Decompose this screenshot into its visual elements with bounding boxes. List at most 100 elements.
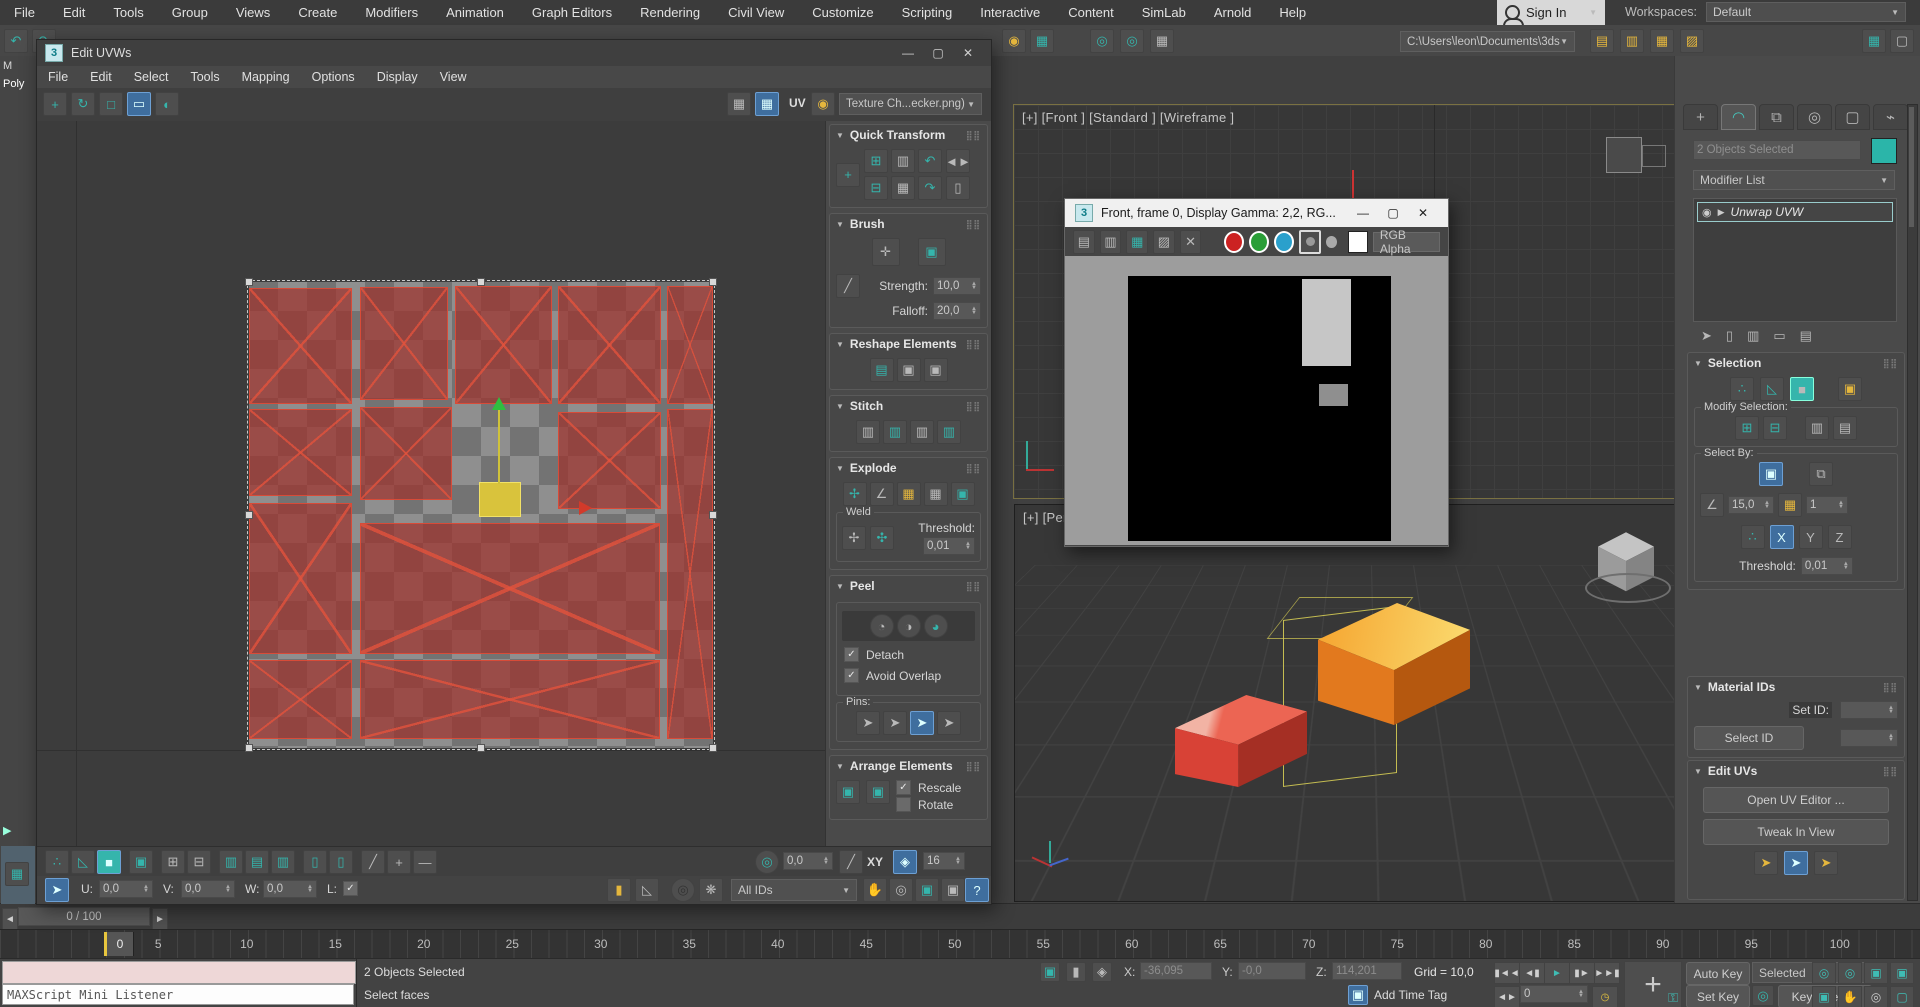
maxscript-mini-listener[interactable]: MAXScript Mini Listener bbox=[2, 984, 354, 1005]
select-id-button[interactable]: Select ID bbox=[1694, 726, 1804, 750]
menu-item[interactable]: Arnold bbox=[1200, 0, 1266, 25]
vertex-subobject-icon[interactable]: ∴ bbox=[1730, 377, 1754, 401]
straighten-icon[interactable]: ▤ bbox=[870, 358, 894, 382]
align-v-edge-icon[interactable]: ▯ bbox=[946, 176, 970, 200]
select-ring-icon[interactable]: ▤ bbox=[1833, 416, 1857, 440]
expand-icon[interactable]: ▶ bbox=[1718, 207, 1725, 218]
rollout-header[interactable]: ▼ Stitch ⣿⣿ bbox=[830, 396, 987, 416]
soft-selection-field[interactable]: 0,0▲▼ bbox=[783, 852, 833, 870]
flatten-by-group-icon[interactable]: ✢ bbox=[843, 482, 867, 506]
mat-id-field[interactable]: 1▲▼ bbox=[1806, 496, 1848, 514]
zoom-all-icon[interactable]: ◎ bbox=[1838, 962, 1862, 984]
auto-pin-icon[interactable]: ➤ bbox=[910, 711, 934, 735]
orange-box-object[interactable] bbox=[1318, 603, 1470, 725]
menu-item[interactable]: Graph Editors bbox=[518, 0, 626, 25]
select-mat-id-icon[interactable]: ▦ bbox=[1778, 493, 1802, 517]
stitch-average-icon[interactable]: ▥ bbox=[910, 420, 934, 444]
zoom-extents-all-icon[interactable]: ▣ bbox=[1890, 962, 1914, 984]
clone-window-icon[interactable]: ▦ bbox=[1126, 230, 1148, 254]
relax-icon[interactable]: ▣ bbox=[924, 358, 948, 382]
show-map-icon[interactable]: ▦ bbox=[755, 92, 779, 116]
uv-window-titlebar[interactable]: 3 Edit UVWs — ▢ ✕ bbox=[37, 40, 991, 66]
peel-reset-icon[interactable]: ◕ bbox=[924, 614, 948, 638]
workspace-dropdown[interactable]: Default ▼ bbox=[1706, 2, 1906, 22]
detach-checkbox[interactable]: ✓ bbox=[844, 647, 859, 662]
distribute-icon[interactable]: ▦ bbox=[891, 176, 915, 200]
pin-stack-icon[interactable]: ➤ bbox=[1701, 328, 1712, 344]
close-icon[interactable]: ✕ bbox=[1408, 203, 1438, 223]
modifier-list-dropdown[interactable]: Modifier List ▼ bbox=[1693, 170, 1895, 190]
render-window-titlebar[interactable]: 3 Front, frame 0, Display Gamma: 2,2, RG… bbox=[1065, 199, 1448, 227]
filter-selected-faces-icon[interactable]: ◺ bbox=[635, 878, 659, 902]
space-horizontal-icon[interactable]: ⊟ bbox=[864, 176, 888, 200]
open-uv-editor-button[interactable]: Open UV Editor ... bbox=[1703, 787, 1889, 813]
select-by-flat-icon[interactable]: ⧉ bbox=[1809, 462, 1833, 486]
key-filter-curves-icon[interactable]: ◎ bbox=[1752, 985, 1774, 1006]
uv-face-mode-icon[interactable]: ■ bbox=[97, 850, 121, 874]
uv-coords-label[interactable]: UV bbox=[789, 96, 806, 110]
align-horizontal-icon[interactable]: ⊞ bbox=[864, 149, 888, 173]
uv-move-icon[interactable]: + bbox=[43, 92, 67, 116]
normal-select-icon[interactable]: ∴ bbox=[1741, 525, 1765, 549]
pan-icon[interactable]: ✋ bbox=[863, 878, 887, 902]
time-slider[interactable]: 0 bbox=[104, 932, 134, 956]
stitch-source-icon[interactable]: ▥ bbox=[883, 420, 907, 444]
zoom-viewport-icon[interactable]: ◎ bbox=[1812, 962, 1836, 984]
uv-brush-smaller-icon[interactable]: — bbox=[413, 850, 437, 874]
menu-item[interactable]: Create bbox=[284, 0, 351, 25]
zoom-icon[interactable]: ◎ bbox=[889, 878, 913, 902]
v-field[interactable]: 0,0▲▼ bbox=[181, 880, 235, 898]
select-pins-icon[interactable]: ➤ bbox=[937, 711, 961, 735]
falloff-curve-icon[interactable]: ╱ bbox=[839, 850, 863, 874]
tile-bitmap-icon[interactable]: ▦ bbox=[727, 92, 751, 116]
uv-menu-item[interactable]: Tools bbox=[179, 70, 230, 84]
tab-utilities[interactable]: ⌁ bbox=[1873, 104, 1908, 130]
red-channel-icon[interactable] bbox=[1224, 231, 1244, 253]
tab-create[interactable]: + bbox=[1683, 104, 1718, 130]
quick-planar-y-icon[interactable]: ➤ bbox=[1784, 851, 1808, 875]
viewport-layout-icon[interactable]: ▦ bbox=[1862, 29, 1886, 53]
uv-canvas[interactable] bbox=[37, 121, 825, 885]
brush-falloff-field[interactable]: 20,0▲▼ bbox=[933, 302, 981, 320]
go-to-end-icon[interactable]: ►►▮ bbox=[1594, 962, 1620, 984]
move-brush-icon[interactable]: ✛ bbox=[872, 238, 900, 266]
menu-item[interactable]: Group bbox=[158, 0, 222, 25]
render-production-icon[interactable]: ◎ bbox=[1090, 29, 1114, 53]
falloff-shape-icon[interactable]: ╱ bbox=[836, 274, 860, 298]
channel-dropdown[interactable]: RGB Alpha bbox=[1373, 232, 1440, 252]
menu-item[interactable]: Rendering bbox=[626, 0, 714, 25]
edge-subobject-icon[interactable]: ◺ bbox=[1760, 377, 1784, 401]
rescale-checkbox[interactable]: ✓ bbox=[896, 780, 911, 795]
gizmo-space-icon[interactable]: ◈ bbox=[893, 850, 917, 874]
shrink-selection-icon[interactable]: ⊟ bbox=[1763, 416, 1787, 440]
make-unique-icon[interactable]: ▥ bbox=[1747, 328, 1759, 344]
render-iterative-icon[interactable]: ◎ bbox=[1120, 29, 1144, 53]
uv-edge-mode-icon[interactable]: ◺ bbox=[71, 850, 95, 874]
select-by-element-icon[interactable]: ▣ bbox=[1759, 462, 1783, 486]
auto-key-button[interactable]: Auto Key bbox=[1686, 962, 1750, 985]
add-time-tag[interactable]: Add Time Tag bbox=[1374, 988, 1447, 1002]
uv-brush-icon[interactable]: ╱ bbox=[361, 850, 385, 874]
isolate-toggle-icon[interactable]: ▢ bbox=[1890, 29, 1914, 53]
clear-image-icon[interactable]: ✕ bbox=[1180, 230, 1202, 254]
rotate-checkbox[interactable] bbox=[896, 797, 911, 812]
uv-select-loop-icon[interactable]: ▥ bbox=[271, 850, 295, 874]
all-ids-dropdown[interactable]: All IDs ▼ bbox=[731, 879, 857, 901]
green-channel-icon[interactable] bbox=[1249, 231, 1269, 253]
select-element-icon[interactable]: ▣ bbox=[1838, 377, 1862, 401]
z-axis-button[interactable]: Z bbox=[1828, 525, 1852, 549]
ribbon-tab-modeling[interactable]: M bbox=[3, 60, 12, 72]
show-end-result-icon[interactable]: ▯ bbox=[1726, 328, 1733, 344]
uv-mirror-icon[interactable]: ◐ bbox=[155, 92, 179, 116]
y-axis-button[interactable]: Y bbox=[1799, 525, 1823, 549]
menu-item[interactable]: Views bbox=[222, 0, 284, 25]
x-axis-button[interactable]: X bbox=[1770, 525, 1794, 549]
lock-icon[interactable]: ▮ bbox=[607, 878, 631, 902]
background-color-swatch[interactable] bbox=[1348, 231, 1368, 253]
set-keys-button[interactable]: +⚿ bbox=[1624, 961, 1682, 1007]
material-editor-icon[interactable]: ▦ bbox=[1150, 29, 1174, 53]
uv-paint-select-icon[interactable]: ▯ bbox=[303, 850, 327, 874]
uv-menu-item[interactable]: Display bbox=[366, 70, 429, 84]
rollout-header[interactable]: ▼ Brush ⣿⣿ bbox=[830, 214, 987, 234]
marquee-handle[interactable] bbox=[245, 278, 253, 286]
